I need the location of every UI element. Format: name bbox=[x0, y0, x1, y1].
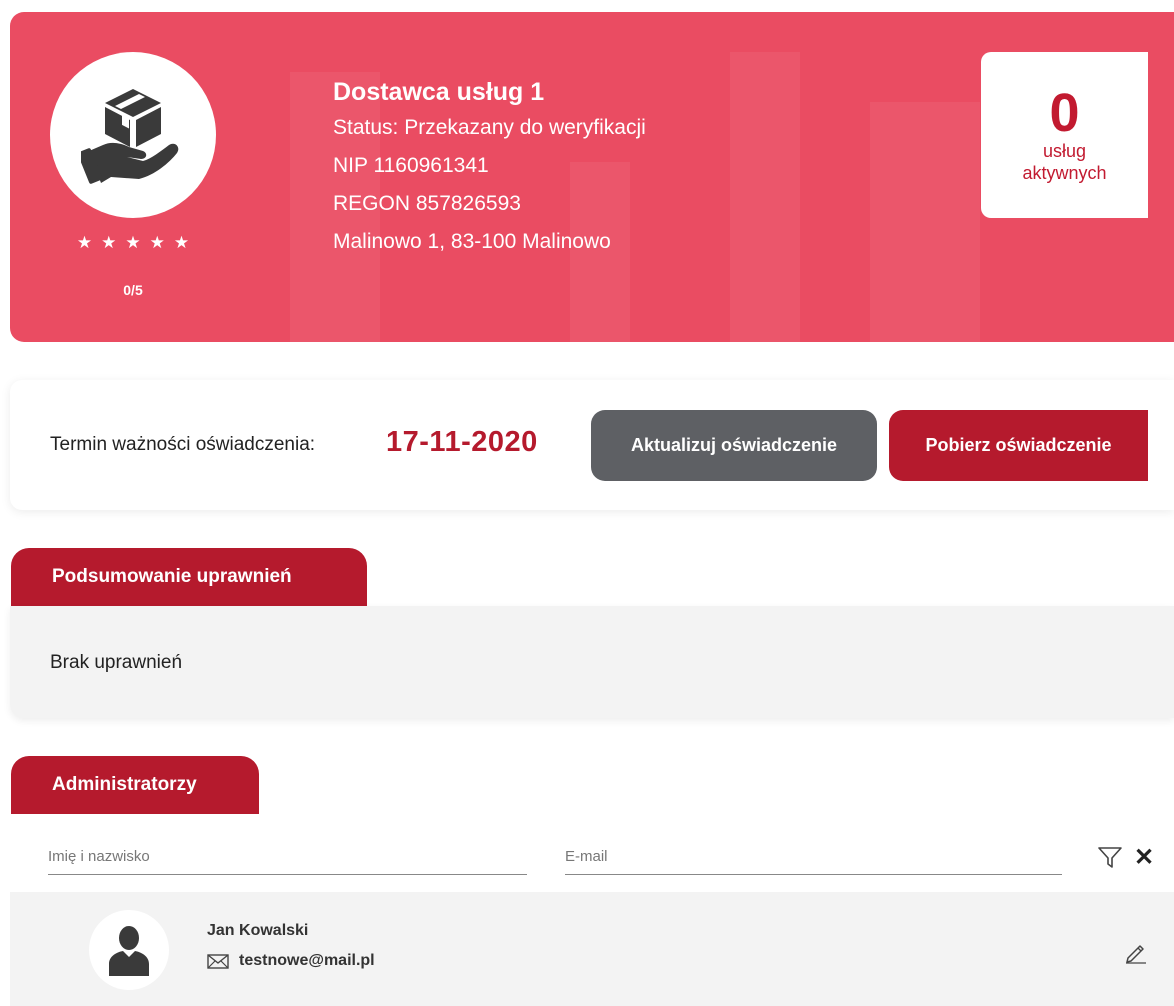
email-filter-input[interactable] bbox=[565, 844, 1062, 869]
tab-administrators[interactable]: Administratorzy bbox=[11, 756, 259, 814]
provider-logo bbox=[50, 52, 216, 218]
provider-status: Status: Przekazany do weryfikacji bbox=[333, 116, 646, 139]
active-services-label-line1: usług bbox=[1042, 141, 1087, 161]
email-filter-field bbox=[565, 844, 1062, 875]
envelope-icon bbox=[207, 953, 229, 969]
active-services-count: 0 bbox=[1049, 83, 1080, 143]
active-services-counter: 0 usług aktywnych bbox=[981, 52, 1148, 218]
declaration-expiry-label: Termin ważności oświadczenia: bbox=[50, 434, 316, 455]
star-icon: ★ bbox=[149, 233, 165, 252]
banner-background-building bbox=[870, 102, 980, 342]
provider-address: Malinowo 1, 83-100 Malinowo bbox=[333, 230, 611, 253]
pencil-edit-icon[interactable] bbox=[1125, 942, 1147, 964]
admin-email-line: testnowe@mail.pl bbox=[207, 952, 375, 970]
provider-info: Dostawca usług 1 Status: Przekazany do w… bbox=[333, 75, 646, 261]
star-icon: ★ bbox=[101, 233, 117, 252]
rating-stars: ★ ★ ★ ★ ★ bbox=[50, 234, 216, 251]
update-declaration-button[interactable]: Aktualizuj oświadczenie bbox=[591, 410, 877, 481]
rating-text: 0/5 bbox=[123, 282, 143, 298]
provider-banner: ★ ★ ★ ★ ★ 0/5 Dostawca usług 1 Status: P… bbox=[10, 12, 1174, 342]
administrators-filters: ✕ bbox=[10, 814, 1174, 893]
declaration-expiry-date: 17-11-2020 bbox=[386, 426, 538, 458]
admin-email: testnowe@mail.pl bbox=[239, 952, 375, 969]
name-filter-field bbox=[48, 844, 527, 875]
star-icon: ★ bbox=[173, 233, 190, 252]
hand-box-icon bbox=[81, 89, 179, 184]
active-services-label-line2: aktywnych bbox=[1022, 163, 1107, 183]
banner-background-building bbox=[730, 52, 800, 342]
provider-nip: NIP 1160961341 bbox=[333, 154, 489, 177]
filter-icon[interactable] bbox=[1098, 847, 1122, 869]
user-icon bbox=[109, 926, 149, 976]
table-row: Jan Kowalski testnowe@mail.pl bbox=[10, 892, 1174, 1006]
admin-name: Jan Kowalski bbox=[207, 922, 309, 939]
clear-filters-icon[interactable]: ✕ bbox=[1134, 846, 1154, 870]
provider-regon: REGON 857826593 bbox=[333, 192, 521, 215]
declaration-card: Termin ważności oświadczenia: 17-11-2020… bbox=[10, 380, 1174, 510]
download-declaration-button[interactable]: Pobierz oświadczenie bbox=[889, 410, 1148, 481]
star-icon: ★ bbox=[125, 233, 141, 252]
tab-permissions-summary[interactable]: Podsumowanie uprawnień bbox=[11, 548, 367, 606]
name-filter-input[interactable] bbox=[48, 844, 527, 869]
permissions-empty-text: Brak uprawnień bbox=[50, 652, 183, 673]
permissions-panel: Brak uprawnień bbox=[10, 606, 1174, 718]
star-icon: ★ bbox=[76, 233, 93, 252]
provider-name: Dostawca usług 1 bbox=[333, 78, 545, 106]
avatar bbox=[89, 910, 169, 990]
